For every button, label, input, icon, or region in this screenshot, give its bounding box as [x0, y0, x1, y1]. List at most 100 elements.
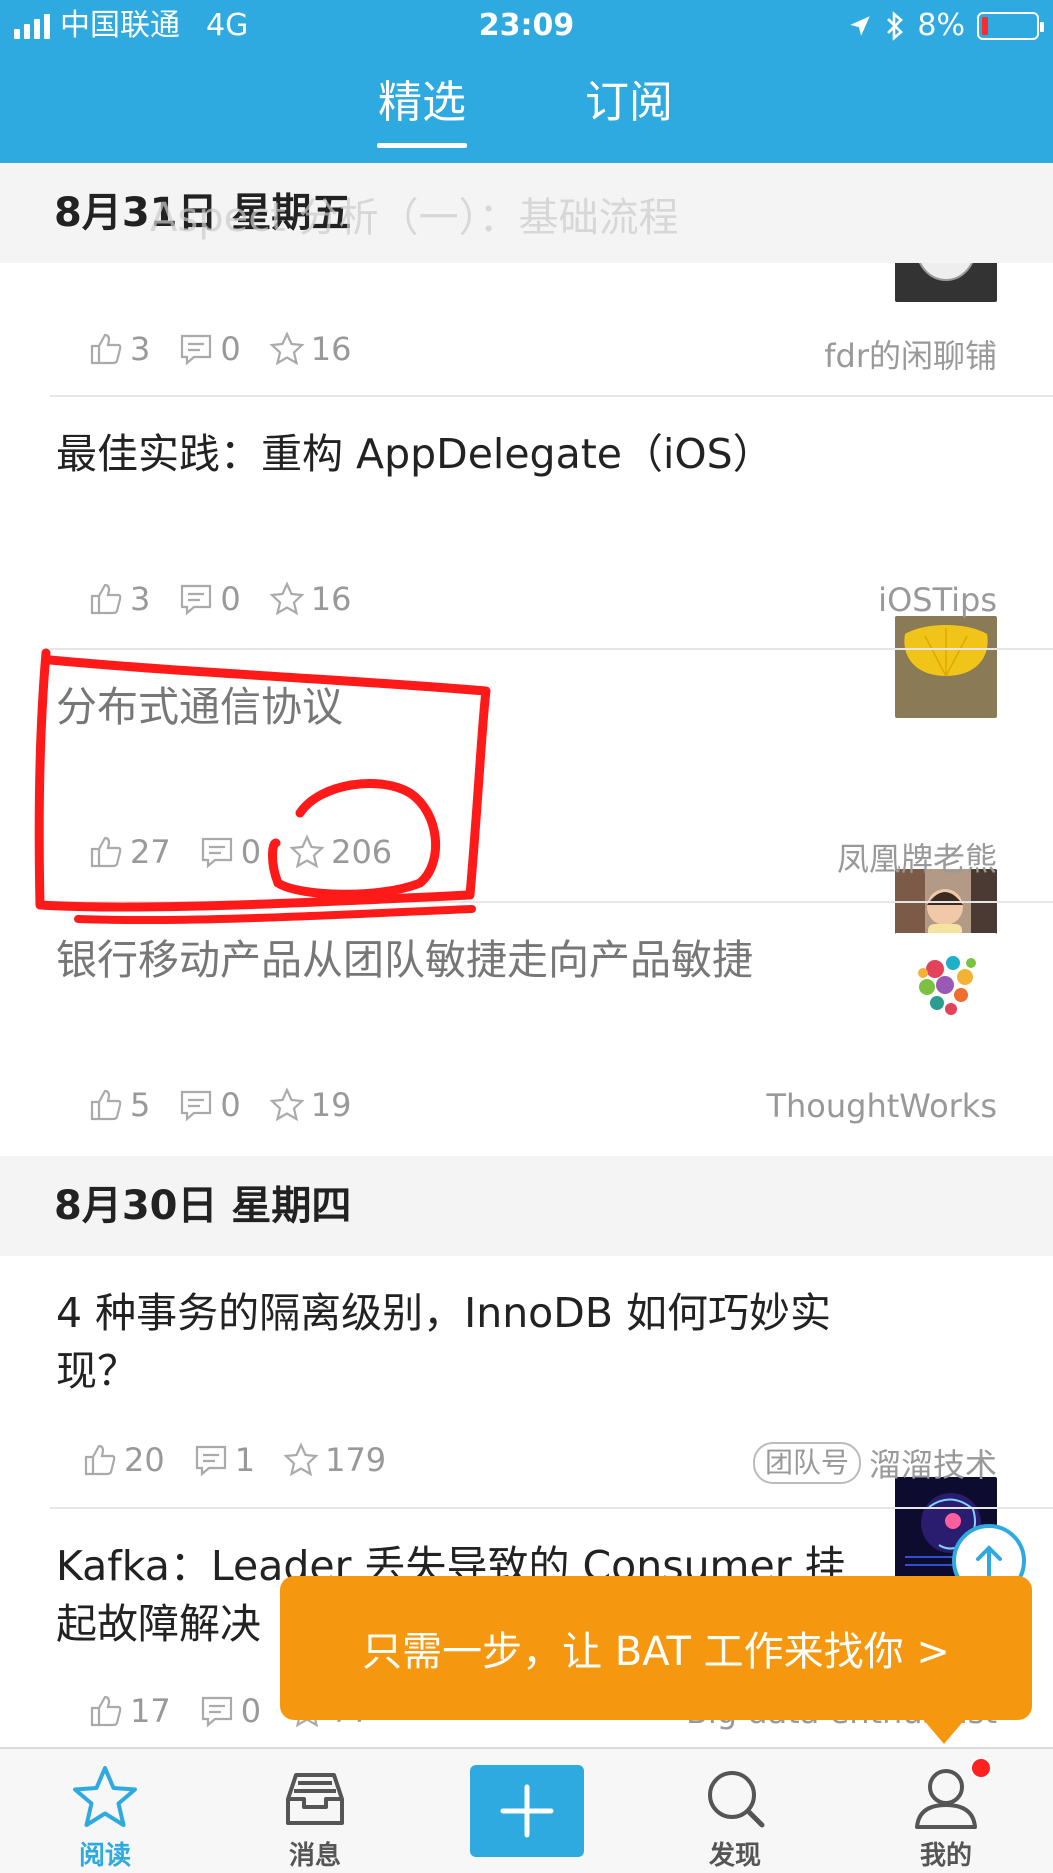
- star-icon: [73, 1766, 137, 1827]
- author-name: ThoughtWorks: [766, 1087, 997, 1125]
- article-stats: 27 0 206: [88, 833, 420, 871]
- star-count-value: 179: [325, 1441, 387, 1479]
- plus-icon: [500, 1784, 554, 1838]
- thumbs-up-icon: [90, 836, 122, 868]
- comment-count[interactable]: 0: [199, 833, 261, 871]
- arrow-up-icon: [976, 1545, 1002, 1577]
- comment-count[interactable]: 1: [193, 1441, 255, 1479]
- article-title[interactable]: 最佳实践：重构 AppDelegate（iOS）: [56, 425, 856, 483]
- thoughtworks-logo: [895, 933, 997, 1035]
- thumbs-up-icon: [90, 333, 122, 365]
- like-count[interactable]: 3: [88, 580, 150, 618]
- star-count[interactable]: 16: [269, 330, 351, 368]
- team-badge: 团队号: [752, 1442, 861, 1484]
- comment-count[interactable]: 0: [178, 1086, 241, 1124]
- article-stats: 20 1 179: [82, 1441, 414, 1479]
- like-count[interactable]: 27: [88, 833, 171, 871]
- star-count-value: 19: [310, 1086, 352, 1124]
- star-count[interactable]: 206: [289, 833, 392, 871]
- tab-read-label: 阅读: [78, 1841, 131, 1871]
- battery-percent: 8%: [917, 8, 965, 43]
- date-header: 8月30日 星期四: [0, 1156, 1053, 1256]
- comment-count-value: 0: [240, 833, 262, 871]
- like-count-value: 20: [124, 1441, 165, 1479]
- list-item[interactable]: 银行移动产品从团队敏捷走向产品敏捷 5 0 19 ThoughtWorks: [0, 903, 1053, 1155]
- comment-count[interactable]: 0: [178, 580, 241, 618]
- comment-count-value: 0: [220, 330, 241, 368]
- tab-messages[interactable]: 消息: [245, 1749, 385, 1873]
- top-header: 中国联通 4G 23:09 8% 精选 订阅: [0, 0, 1053, 163]
- star-count-value: 16: [310, 580, 352, 618]
- date-header-label: 8月30日 星期四: [54, 1183, 352, 1229]
- comment-count-value: 1: [234, 1441, 256, 1479]
- star-outline-icon: [269, 331, 305, 366]
- bluetooth-icon: [887, 11, 904, 41]
- article-author[interactable]: fdr的闲聊铺: [824, 331, 997, 377]
- location-arrow-icon: [850, 16, 871, 36]
- star-outline-icon: [269, 581, 305, 616]
- star-count[interactable]: 19: [269, 1086, 352, 1124]
- article-stats: 3 0 16: [88, 330, 379, 368]
- thumbs-up-icon: [90, 1089, 122, 1121]
- article-stats: 5 0 19: [88, 1086, 379, 1124]
- like-count-value: 5: [130, 1086, 151, 1124]
- tab-read[interactable]: 阅读: [35, 1749, 175, 1873]
- tab-featured[interactable]: 精选: [377, 70, 467, 148]
- article-author[interactable]: 凤凰牌老熊: [837, 834, 997, 880]
- article-author[interactable]: 团队号 溜溜技术: [752, 1440, 997, 1486]
- tab-discover[interactable]: 发现: [665, 1749, 805, 1873]
- star-count[interactable]: 179: [283, 1441, 386, 1479]
- thumbs-up-icon: [90, 1695, 122, 1727]
- article-author[interactable]: ThoughtWorks: [766, 1087, 997, 1125]
- list-item[interactable]: 最佳实践：重构 AppDelegate（iOS） 3 0 16 iOSTips: [0, 397, 1053, 718]
- bottom-tab-bar: 阅读 消息 发现 我的: [0, 1747, 1053, 1873]
- comment-count-value: 0: [220, 1086, 241, 1124]
- battery-icon: [977, 12, 1044, 40]
- like-count-value: 17: [130, 1692, 171, 1730]
- tab-discover-label: 发现: [708, 1841, 761, 1871]
- comment-icon: [201, 837, 232, 869]
- star-count[interactable]: 16: [269, 580, 352, 618]
- compose-button[interactable]: [470, 1765, 584, 1857]
- tab-profile[interactable]: 我的: [876, 1749, 1016, 1873]
- like-count-value: 3: [130, 330, 151, 368]
- comment-count-value: 0: [240, 1692, 262, 1730]
- author-name: 凤凰牌老熊: [836, 840, 997, 878]
- article-title[interactable]: 分布式通信协议: [56, 678, 856, 736]
- search-icon: [708, 1771, 765, 1828]
- comment-icon: [181, 584, 212, 616]
- article-author[interactable]: iOSTips: [878, 581, 997, 619]
- like-count-value: 27: [130, 833, 171, 871]
- header-tabs: 精选 订阅: [0, 70, 1053, 150]
- recruit-banner[interactable]: 只需一步，让 BAT 工作来找你 >: [280, 1576, 1032, 1744]
- author-name: 溜溜技术: [868, 1446, 997, 1484]
- recruit-banner-text: 只需一步，让 BAT 工作来找你 >: [362, 1629, 950, 1675]
- like-count[interactable]: 17: [88, 1692, 171, 1730]
- notification-dot: [970, 1757, 992, 1779]
- author-name: fdr的闲聊铺: [824, 337, 997, 375]
- status-bar: 中国联通 4G 23:09 8%: [0, 0, 1053, 52]
- like-count-value: 3: [130, 580, 151, 618]
- comment-count[interactable]: 0: [178, 330, 241, 368]
- thumbs-up-icon: [84, 1444, 116, 1476]
- list-item[interactable]: 分布式通信协议 27 0 206 凤凰牌老熊: [0, 650, 1053, 971]
- star-outline-icon: [269, 1087, 305, 1122]
- star-outline-icon: [283, 1442, 319, 1477]
- article-title[interactable]: 4 种事务的隔离级别，InnoDB 如何巧妙实现？: [56, 1284, 856, 1400]
- comment-icon: [181, 334, 212, 366]
- inbox-icon: [286, 1773, 344, 1825]
- like-count[interactable]: 5: [88, 1086, 150, 1124]
- star-count-value: 206: [331, 833, 393, 871]
- tab-subscribed[interactable]: 订阅: [585, 70, 673, 136]
- like-count[interactable]: 3: [88, 330, 150, 368]
- comment-icon: [195, 1445, 226, 1477]
- article-title[interactable]: 银行移动产品从团队敏捷走向产品敏捷: [56, 931, 856, 989]
- like-count[interactable]: 20: [82, 1441, 165, 1479]
- article-feed[interactable]: 8月31日 星期五 Aspect 分析（一）：基础流程 3 0 16 fdr的闲…: [0, 163, 1053, 1747]
- tab-profile-label: 我的: [919, 1841, 972, 1871]
- tab-messages-label: 消息: [288, 1841, 341, 1871]
- star-outline-icon: [289, 834, 325, 869]
- list-item[interactable]: 4 种事务的隔离级别，InnoDB 如何巧妙实现？ 20 1 179 团队号 溜…: [0, 1256, 1053, 1579]
- article-stats: 3 0 16: [88, 580, 379, 618]
- comment-count[interactable]: 0: [199, 1692, 261, 1730]
